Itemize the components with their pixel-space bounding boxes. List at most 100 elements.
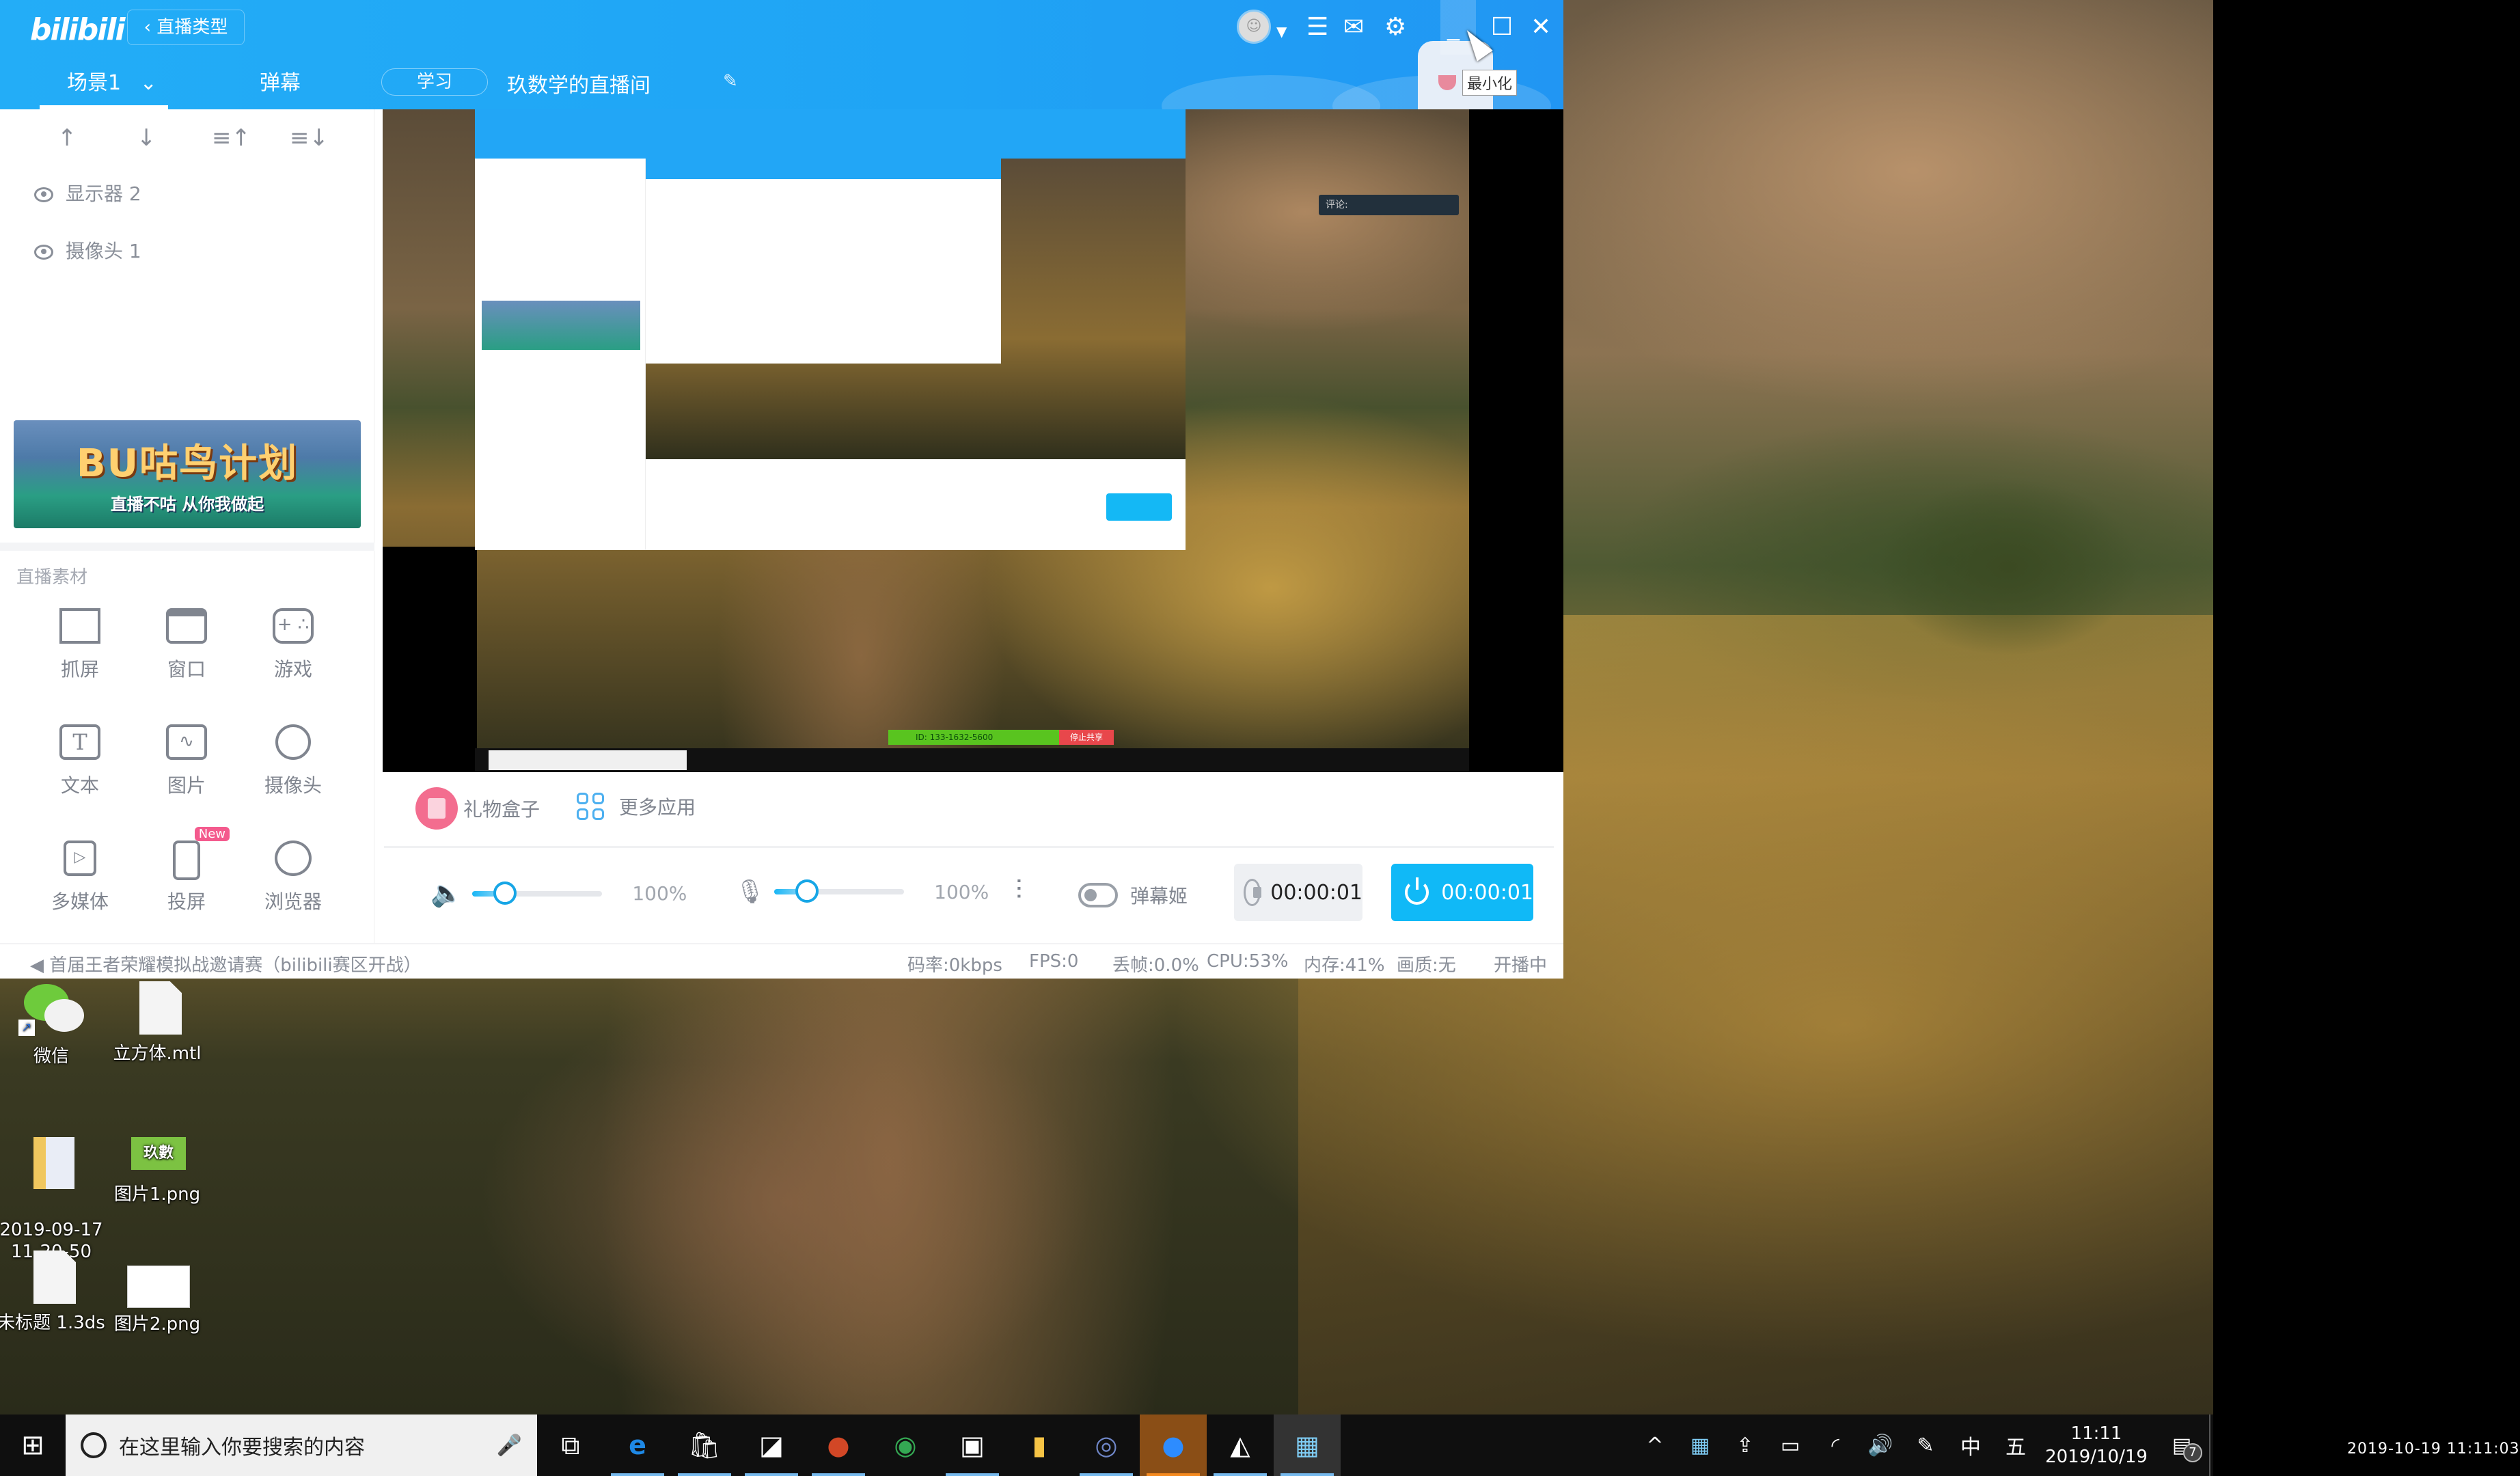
start-button[interactable]: ⊞: [0, 1414, 66, 1476]
clock[interactable]: 11:11 2019/10/19: [2038, 1422, 2154, 1468]
zoom-meeting-id: ID: 133-1632-5600: [916, 733, 994, 742]
tab-scene[interactable]: 场景1 ⌄: [40, 66, 168, 109]
move-top-icon[interactable]: ≡↑: [212, 124, 251, 152]
move-up-icon[interactable]: ↑: [57, 124, 77, 152]
wallpaper-tree: [1879, 478, 2139, 656]
mic-volume-slider[interactable]: [774, 879, 905, 903]
taskbar-app-chrome[interactable]: ◉: [872, 1414, 939, 1476]
taskbar-app-drawboard[interactable]: ◪: [738, 1414, 805, 1476]
mail-icon[interactable]: ✉: [1343, 14, 1364, 41]
material-capture-screen[interactable]: 抓屏: [29, 608, 131, 682]
battery-icon[interactable]: ▭: [1768, 1434, 1813, 1458]
pen-icon[interactable]: ✎: [1903, 1434, 1948, 1458]
maximize-icon[interactable]: ☐: [1491, 14, 1513, 41]
toggle-switch[interactable]: [1078, 883, 1118, 907]
danmu-toggle[interactable]: 弹幕姬: [1078, 882, 1188, 909]
record-button[interactable]: 00:00:01: [1234, 864, 1362, 921]
material-cast-screen[interactable]: New 投屏: [135, 827, 238, 914]
avatar[interactable]: ☺: [1237, 10, 1271, 44]
memory-stat: 内存:41%: [1304, 955, 1385, 976]
material-label: 多媒体: [51, 890, 109, 913]
edit-title-icon[interactable]: ✎: [723, 71, 738, 92]
fps-stat: FPS:0: [1029, 951, 1079, 972]
clock-time: 11:11: [2070, 1423, 2122, 1444]
material-game[interactable]: + ∴ 游戏: [242, 608, 344, 682]
material-image[interactable]: ∿ 图片: [135, 724, 238, 798]
apps-grid-icon: [577, 793, 604, 820]
promo-banner[interactable]: BU咕鸟计划 直播不咕 从你我做起: [14, 420, 361, 528]
zoom-stop-share: 停止共享: [1059, 730, 1114, 745]
ime-language[interactable]: 中: [1948, 1430, 1993, 1460]
close-icon[interactable]: ✕: [1531, 14, 1551, 41]
taskbar-app-inkscape[interactable]: ◭: [1207, 1414, 1274, 1476]
desktop-icon-mtl-file[interactable]: 立方体.mtl: [102, 981, 212, 1065]
taskbar-app-bilibili-live[interactable]: ▦: [1274, 1414, 1341, 1476]
material-label: 文本: [60, 774, 99, 797]
taskbar-app-file-explorer[interactable]: ▮: [1006, 1414, 1073, 1476]
wifi-icon[interactable]: ◜: [1813, 1434, 1858, 1458]
taskbar-app-zoom[interactable]: ●: [1140, 1414, 1207, 1476]
category-pill[interactable]: 学习: [381, 68, 488, 96]
banner-title: BU咕鸟计划: [76, 441, 299, 486]
material-text[interactable]: T 文本: [29, 724, 131, 798]
desktop-icon-png1[interactable]: 玖數 图片1.png: [102, 1122, 212, 1205]
microphone-icon[interactable]: 🎙: [735, 878, 765, 905]
material-label: 游戏: [273, 658, 312, 681]
ime-mode[interactable]: 五: [1993, 1430, 2038, 1460]
move-down-icon[interactable]: ↓: [137, 124, 156, 152]
slider-knob[interactable]: [795, 879, 819, 903]
nested-preview: [646, 159, 1186, 459]
speaker-icon[interactable]: 🔈: [430, 878, 463, 909]
gift-box-button[interactable]: 礼物盒子: [415, 787, 540, 830]
slider-knob[interactable]: [493, 881, 517, 905]
material-browser[interactable]: 浏览器: [242, 840, 344, 914]
live-toggle-button[interactable]: 00:00:01: [1391, 864, 1533, 921]
desktop-icon-png2[interactable]: 图片2.png: [102, 1252, 212, 1335]
live-type-back-button[interactable]: ‹ 直播类型: [127, 10, 245, 45]
material-window[interactable]: 窗口: [135, 608, 238, 682]
tray-live-app-icon[interactable]: ▦: [1677, 1434, 1723, 1458]
taskbar-search[interactable]: 在这里输入你要搜索的内容 🎤: [66, 1414, 537, 1476]
nested-live-button: [1106, 493, 1172, 521]
taskbar-app-svg[interactable]: ▣: [939, 1414, 1006, 1476]
show-desktop-button[interactable]: [2209, 1414, 2213, 1476]
menu-icon[interactable]: ☰: [1306, 14, 1328, 41]
announcement[interactable]: ◀︎ 首届王者荣耀模拟战邀请赛（bilibili赛区开战）: [30, 951, 422, 976]
caret-down-icon[interactable]: ▼: [1276, 18, 1287, 45]
move-bottom-icon[interactable]: ≡↓: [290, 124, 329, 152]
volume-icon[interactable]: 🔊: [1858, 1434, 1903, 1458]
live-preview[interactable]: 评论: ID: 133-1632-5600 停止共享: [383, 109, 1563, 772]
audio-mixer-icon[interactable]: ⫶: [1015, 875, 1022, 906]
material-media[interactable]: ▷ 多媒体: [29, 840, 131, 914]
layer-item[interactable]: 显示器 2: [34, 179, 141, 206]
more-apps-button[interactable]: 更多应用: [577, 793, 696, 820]
upload-icon[interactable]: ⇪: [1723, 1434, 1768, 1458]
bilibili-logo: bilibili: [30, 12, 125, 47]
tab-danmu[interactable]: 弹幕: [260, 66, 301, 96]
desktop-icon-wechat[interactable]: ↗ 微信: [0, 984, 106, 1067]
material-webcam[interactable]: 摄像头: [242, 724, 344, 798]
taskbar-app-powerpoint[interactable]: ●: [805, 1414, 872, 1476]
desktop-icon-3ds-file[interactable]: 未标题 1.3ds: [0, 1250, 106, 1334]
control-panel: 礼物盒子 更多应用 🔈 100% 🎙 100% ⫶ 弹幕姬 00:00:01 0…: [374, 772, 1563, 943]
speaker-volume-slider[interactable]: [472, 881, 603, 905]
taskbar-app-store[interactable]: 🛍: [671, 1414, 738, 1476]
text-icon: T: [59, 724, 100, 760]
eye-icon[interactable]: [34, 245, 53, 260]
folder-icon: [33, 1137, 74, 1189]
chevron-up-icon[interactable]: ^: [1632, 1434, 1677, 1458]
taskbar-app-edge[interactable]: e: [604, 1414, 671, 1476]
action-center-button[interactable]: ▤ 7: [2154, 1434, 2209, 1462]
taskbar-app-cinema4d[interactable]: ◎: [1073, 1414, 1140, 1476]
sidebar-splitter[interactable]: [0, 543, 374, 551]
layer-item[interactable]: 摄像头 1: [34, 236, 141, 264]
eye-icon[interactable]: [34, 187, 53, 202]
minimize-icon[interactable]: _: [1447, 14, 1460, 41]
microphone-icon[interactable]: 🎤: [497, 1434, 522, 1458]
clock-date: 2019/10/19: [2045, 1447, 2148, 1467]
nested-banner: [482, 301, 640, 350]
nested-controls: [646, 459, 1186, 550]
webcam-icon: [275, 724, 311, 760]
gear-icon[interactable]: ⚙: [1384, 14, 1406, 41]
task-view-button[interactable]: ⧉: [537, 1414, 604, 1476]
